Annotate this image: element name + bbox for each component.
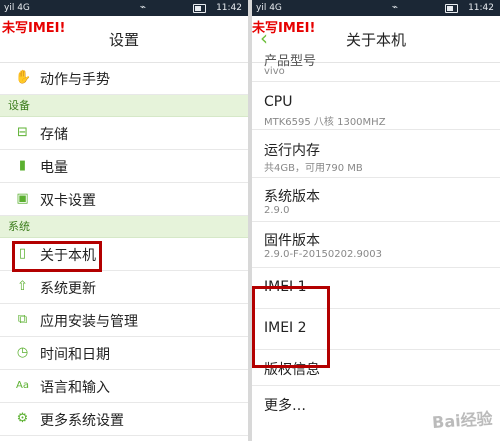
battery-icon: ▮ xyxy=(18,158,27,173)
watermark-logo: Bai经验 xyxy=(431,408,493,433)
update-icon: ⇧ xyxy=(17,279,28,294)
usb-icon: ⌁ xyxy=(140,2,147,13)
usb-icon: ⌁ xyxy=(392,2,399,13)
clock-icon: ◷ xyxy=(16,345,29,360)
status-bar: yil 4G ⌁ 11:42 xyxy=(252,0,500,16)
battery-status-icon xyxy=(445,4,458,13)
about-row-model[interactable]: 产品型号 vivo xyxy=(252,54,500,82)
status-time: 11:42 xyxy=(216,3,242,13)
storage-icon: ⊟ xyxy=(17,125,28,140)
settings-item-date-time[interactable]: ◷ 时间和日期 xyxy=(0,337,248,370)
battery-status-icon xyxy=(193,4,206,13)
status-time: 11:42 xyxy=(468,3,494,13)
settings-item-apps[interactable]: ⧉ 应用安装与管理 xyxy=(0,304,248,337)
signal-indicator: yil 4G xyxy=(256,3,282,13)
about-row-ram[interactable]: 运行内存 共4GB，可用790 MB xyxy=(252,130,500,178)
signal-indicator: yil 4G xyxy=(4,3,30,13)
about-phone-screen: yil 4G ⌁ 11:42 未写IMEI! ‹ 关于本机 产品型号 vivo … xyxy=(252,0,500,441)
settings-item-dual-sim[interactable]: ▣ 双卡设置 xyxy=(0,183,248,216)
dual-sim-icon: ▣ xyxy=(16,191,29,206)
settings-screen: yil 4G ⌁ 11:42 未写IMEI! 设置 ✋ 动作与手势 设备 ⊟ 存… xyxy=(0,0,248,441)
annotation-text: 未写IMEI! xyxy=(2,21,66,36)
settings-item-language[interactable]: Aa 语言和输入 xyxy=(0,370,248,403)
language-icon: Aa xyxy=(16,380,29,391)
settings-item-more-system[interactable]: ⚙ 更多系统设置 xyxy=(0,403,248,436)
settings-item-storage[interactable]: ⊟ 存储 xyxy=(0,117,248,150)
gear-icon: ⚙ xyxy=(16,411,29,426)
title-bar: 未写IMEI! 设置 xyxy=(0,16,248,63)
status-bar: yil 4G ⌁ 11:42 xyxy=(0,0,248,16)
settings-item-battery[interactable]: ▮ 电量 xyxy=(0,150,248,183)
annotation-text: 未写IMEI! xyxy=(252,21,316,36)
highlight-box-imei xyxy=(252,286,330,368)
about-row-os-version[interactable]: 系统版本 2.9.0 xyxy=(252,178,500,222)
apps-icon: ⧉ xyxy=(17,312,28,327)
highlight-box-about-phone xyxy=(12,241,102,272)
section-header-device: 设备 xyxy=(0,95,248,117)
gesture-icon: ✋ xyxy=(15,70,32,85)
section-header-system: 系统 xyxy=(0,216,248,238)
about-list: 产品型号 vivo CPU MTK6595 八核 1300MHZ 运行内存 共4… xyxy=(252,54,500,422)
settings-item-gesture[interactable]: ✋ 动作与手势 xyxy=(0,62,248,95)
settings-item-system-update[interactable]: ⇧ 系统更新 xyxy=(0,271,248,304)
about-row-firmware[interactable]: 固件版本 2.9.0-F-20150202.9003 xyxy=(252,222,500,268)
about-row-cpu[interactable]: CPU MTK6595 八核 1300MHZ xyxy=(252,82,500,130)
